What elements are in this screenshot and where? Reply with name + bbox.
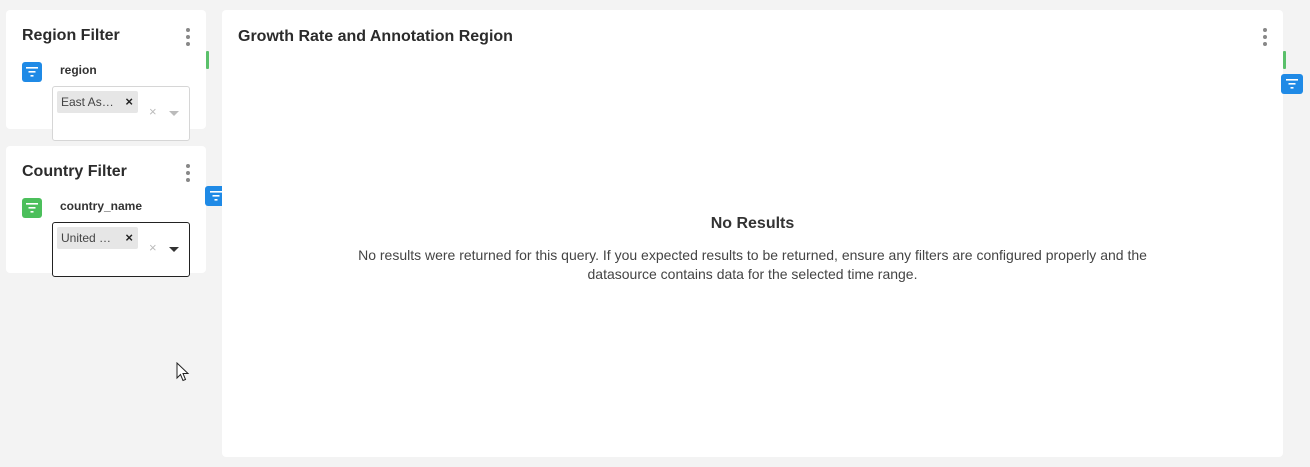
region-tag-remove-icon[interactable]: × — [125, 94, 133, 109]
country-field-label: country_name — [60, 199, 143, 213]
chart-panel: Growth Rate and Annotation Region — [222, 10, 1283, 457]
country-select[interactable]: United … × × — [52, 222, 190, 277]
country-tag-remove-icon[interactable]: × — [125, 230, 133, 245]
chevron-down-icon[interactable] — [169, 111, 179, 116]
region-filter-card: Region Filter region East As… × × — [6, 10, 206, 141]
country-clear-icon[interactable]: × — [149, 240, 157, 255]
country-selected-tag: United … × — [57, 227, 138, 249]
mouse-cursor-icon — [176, 361, 190, 387]
filter-scope-marker — [1283, 51, 1286, 69]
no-results-title: No Results — [710, 215, 795, 232]
region-filter-title: Region Filter — [22, 27, 120, 44]
country-filter-card: Country Filter country_name United … × × — [6, 146, 206, 277]
country-tag-label: United … — [61, 231, 112, 245]
region-select[interactable]: East As… × × — [52, 86, 190, 141]
no-results-message: No results were returned for this query.… — [358, 247, 1147, 282]
chart-menu-icon[interactable] — [1261, 28, 1269, 46]
country-filter-menu-icon[interactable] — [184, 164, 192, 182]
chart-title: Growth Rate and Annotation Region — [238, 28, 513, 45]
region-tag-label: East As… — [61, 95, 114, 109]
region-selected-tag: East As… × — [57, 91, 138, 113]
country-filter-title: Country Filter — [22, 163, 127, 180]
region-field-label: region — [60, 63, 97, 77]
filter-icon — [22, 62, 42, 82]
chevron-down-icon[interactable] — [169, 247, 179, 252]
region-clear-icon[interactable]: × — [149, 104, 157, 119]
filter-scope-marker — [206, 51, 209, 69]
filter-indicator-icon[interactable] — [1281, 74, 1303, 94]
region-filter-menu-icon[interactable] — [184, 28, 192, 46]
filter-icon — [22, 198, 42, 218]
